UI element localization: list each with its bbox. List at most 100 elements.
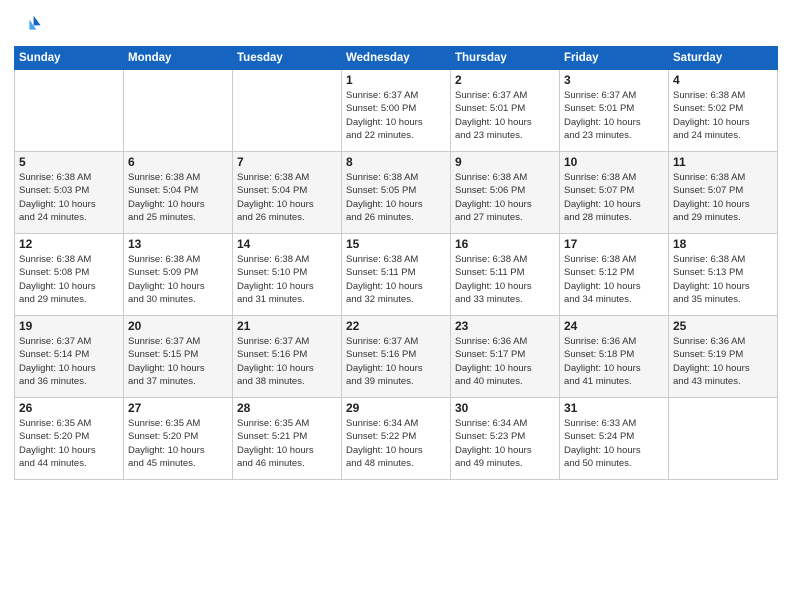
day-info: Sunrise: 6:38 AM Sunset: 5:12 PM Dayligh…	[564, 253, 664, 306]
day-cell: 26 Sunrise: 6:35 AM Sunset: 5:20 PM Dayli…	[15, 398, 124, 480]
day-number: 7	[237, 155, 337, 169]
day-number: 12	[19, 237, 119, 251]
page: SundayMondayTuesdayWednesdayThursdayFrid…	[0, 0, 792, 612]
day-number: 10	[564, 155, 664, 169]
day-number: 11	[673, 155, 773, 169]
day-cell	[669, 398, 778, 480]
col-header-saturday: Saturday	[669, 47, 778, 70]
day-cell	[15, 70, 124, 152]
day-info: Sunrise: 6:37 AM Sunset: 5:01 PM Dayligh…	[455, 89, 555, 142]
day-number: 29	[346, 401, 446, 415]
day-cell: 6 Sunrise: 6:38 AM Sunset: 5:04 PM Daylig…	[124, 152, 233, 234]
day-info: Sunrise: 6:38 AM Sunset: 5:08 PM Dayligh…	[19, 253, 119, 306]
day-info: Sunrise: 6:36 AM Sunset: 5:18 PM Dayligh…	[564, 335, 664, 388]
day-info: Sunrise: 6:33 AM Sunset: 5:24 PM Dayligh…	[564, 417, 664, 470]
day-cell: 8 Sunrise: 6:38 AM Sunset: 5:05 PM Daylig…	[342, 152, 451, 234]
day-cell	[124, 70, 233, 152]
day-number: 28	[237, 401, 337, 415]
day-cell: 2 Sunrise: 6:37 AM Sunset: 5:01 PM Daylig…	[451, 70, 560, 152]
day-info: Sunrise: 6:37 AM Sunset: 5:00 PM Dayligh…	[346, 89, 446, 142]
day-cell: 21 Sunrise: 6:37 AM Sunset: 5:16 PM Dayli…	[233, 316, 342, 398]
day-info: Sunrise: 6:38 AM Sunset: 5:07 PM Dayligh…	[673, 171, 773, 224]
header	[14, 10, 778, 38]
col-header-monday: Monday	[124, 47, 233, 70]
day-cell: 3 Sunrise: 6:37 AM Sunset: 5:01 PM Daylig…	[560, 70, 669, 152]
day-info: Sunrise: 6:38 AM Sunset: 5:02 PM Dayligh…	[673, 89, 773, 142]
day-number: 5	[19, 155, 119, 169]
day-info: Sunrise: 6:38 AM Sunset: 5:05 PM Dayligh…	[346, 171, 446, 224]
day-info: Sunrise: 6:38 AM Sunset: 5:03 PM Dayligh…	[19, 171, 119, 224]
day-cell: 1 Sunrise: 6:37 AM Sunset: 5:00 PM Daylig…	[342, 70, 451, 152]
calendar: SundayMondayTuesdayWednesdayThursdayFrid…	[14, 46, 778, 480]
day-number: 30	[455, 401, 555, 415]
day-cell: 13 Sunrise: 6:38 AM Sunset: 5:09 PM Dayli…	[124, 234, 233, 316]
day-info: Sunrise: 6:37 AM Sunset: 5:14 PM Dayligh…	[19, 335, 119, 388]
col-header-thursday: Thursday	[451, 47, 560, 70]
day-number: 3	[564, 73, 664, 87]
col-header-friday: Friday	[560, 47, 669, 70]
day-number: 13	[128, 237, 228, 251]
day-cell: 16 Sunrise: 6:38 AM Sunset: 5:11 PM Dayli…	[451, 234, 560, 316]
day-cell: 15 Sunrise: 6:38 AM Sunset: 5:11 PM Dayli…	[342, 234, 451, 316]
week-row-3: 12 Sunrise: 6:38 AM Sunset: 5:08 PM Dayli…	[15, 234, 778, 316]
day-number: 20	[128, 319, 228, 333]
day-number: 19	[19, 319, 119, 333]
day-cell: 4 Sunrise: 6:38 AM Sunset: 5:02 PM Daylig…	[669, 70, 778, 152]
day-number: 4	[673, 73, 773, 87]
day-info: Sunrise: 6:35 AM Sunset: 5:20 PM Dayligh…	[128, 417, 228, 470]
day-number: 22	[346, 319, 446, 333]
day-cell: 18 Sunrise: 6:38 AM Sunset: 5:13 PM Dayli…	[669, 234, 778, 316]
day-number: 14	[237, 237, 337, 251]
day-info: Sunrise: 6:38 AM Sunset: 5:11 PM Dayligh…	[346, 253, 446, 306]
day-number: 26	[19, 401, 119, 415]
week-row-2: 5 Sunrise: 6:38 AM Sunset: 5:03 PM Daylig…	[15, 152, 778, 234]
day-info: Sunrise: 6:35 AM Sunset: 5:21 PM Dayligh…	[237, 417, 337, 470]
day-cell: 22 Sunrise: 6:37 AM Sunset: 5:16 PM Dayli…	[342, 316, 451, 398]
day-number: 24	[564, 319, 664, 333]
day-cell: 5 Sunrise: 6:38 AM Sunset: 5:03 PM Daylig…	[15, 152, 124, 234]
day-cell: 25Sunrise: 6:36 AM Sunset: 5:19 PM Dayli…	[669, 316, 778, 398]
day-cell: 31Sunrise: 6:33 AM Sunset: 5:24 PM Dayli…	[560, 398, 669, 480]
day-cell: 10 Sunrise: 6:38 AM Sunset: 5:07 PM Dayli…	[560, 152, 669, 234]
day-info: Sunrise: 6:37 AM Sunset: 5:01 PM Dayligh…	[564, 89, 664, 142]
day-cell: 12 Sunrise: 6:38 AM Sunset: 5:08 PM Dayli…	[15, 234, 124, 316]
day-info: Sunrise: 6:38 AM Sunset: 5:13 PM Dayligh…	[673, 253, 773, 306]
day-info: Sunrise: 6:38 AM Sunset: 5:11 PM Dayligh…	[455, 253, 555, 306]
logo	[14, 10, 46, 38]
day-number: 6	[128, 155, 228, 169]
day-number: 16	[455, 237, 555, 251]
day-number: 1	[346, 73, 446, 87]
day-number: 21	[237, 319, 337, 333]
day-info: Sunrise: 6:34 AM Sunset: 5:23 PM Dayligh…	[455, 417, 555, 470]
day-info: Sunrise: 6:38 AM Sunset: 5:10 PM Dayligh…	[237, 253, 337, 306]
col-header-sunday: Sunday	[15, 47, 124, 70]
day-number: 2	[455, 73, 555, 87]
day-info: Sunrise: 6:38 AM Sunset: 5:04 PM Dayligh…	[237, 171, 337, 224]
day-info: Sunrise: 6:38 AM Sunset: 5:09 PM Dayligh…	[128, 253, 228, 306]
day-number: 15	[346, 237, 446, 251]
day-number: 8	[346, 155, 446, 169]
day-number: 9	[455, 155, 555, 169]
day-cell: 17Sunrise: 6:38 AM Sunset: 5:12 PM Dayli…	[560, 234, 669, 316]
day-info: Sunrise: 6:37 AM Sunset: 5:16 PM Dayligh…	[346, 335, 446, 388]
header-row: SundayMondayTuesdayWednesdayThursdayFrid…	[15, 47, 778, 70]
day-cell: 24 Sunrise: 6:36 AM Sunset: 5:18 PM Dayli…	[560, 316, 669, 398]
day-cell: 7 Sunrise: 6:38 AM Sunset: 5:04 PM Daylig…	[233, 152, 342, 234]
day-info: Sunrise: 6:38 AM Sunset: 5:06 PM Dayligh…	[455, 171, 555, 224]
day-info: Sunrise: 6:38 AM Sunset: 5:07 PM Dayligh…	[564, 171, 664, 224]
day-number: 18	[673, 237, 773, 251]
day-cell	[233, 70, 342, 152]
week-row-5: 26 Sunrise: 6:35 AM Sunset: 5:20 PM Dayli…	[15, 398, 778, 480]
logo-icon	[14, 10, 42, 38]
day-cell: 29 Sunrise: 6:34 AM Sunset: 5:22 PM Dayli…	[342, 398, 451, 480]
day-cell: 14 Sunrise: 6:38 AM Sunset: 5:10 PM Dayli…	[233, 234, 342, 316]
day-info: Sunrise: 6:35 AM Sunset: 5:20 PM Dayligh…	[19, 417, 119, 470]
day-cell: 11 Sunrise: 6:38 AM Sunset: 5:07 PM Dayli…	[669, 152, 778, 234]
day-cell: 30 Sunrise: 6:34 AM Sunset: 5:23 PM Dayli…	[451, 398, 560, 480]
day-info: Sunrise: 6:37 AM Sunset: 5:16 PM Dayligh…	[237, 335, 337, 388]
week-row-4: 19 Sunrise: 6:37 AM Sunset: 5:14 PM Dayli…	[15, 316, 778, 398]
day-info: Sunrise: 6:38 AM Sunset: 5:04 PM Dayligh…	[128, 171, 228, 224]
col-header-wednesday: Wednesday	[342, 47, 451, 70]
day-number: 25	[673, 319, 773, 333]
day-info: Sunrise: 6:34 AM Sunset: 5:22 PM Dayligh…	[346, 417, 446, 470]
